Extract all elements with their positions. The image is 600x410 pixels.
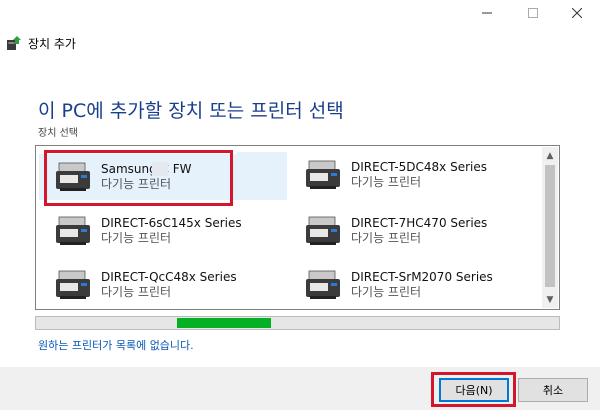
search-progress-bar <box>35 316 560 330</box>
printer-not-listed-link[interactable]: 원하는 프린터가 목록에 없습니다. <box>38 337 194 353</box>
progress-fill <box>177 318 272 328</box>
annotation-highlight-device <box>44 150 233 206</box>
annotation-highlight-next <box>431 372 516 407</box>
add-device-icon <box>7 36 21 50</box>
close-button[interactable] <box>554 0 600 26</box>
scroll-up-icon[interactable]: ▲ <box>542 147 558 164</box>
cancel-button[interactable]: 취소 <box>518 378 588 402</box>
maximize-button[interactable] <box>510 0 556 26</box>
close-icon <box>572 8 582 18</box>
window-header: 장치 추가 <box>6 32 76 54</box>
device-type: 다기능 프린터 <box>351 175 422 189</box>
printer-icon <box>56 216 90 245</box>
device-item[interactable]: DIRECT-6sC145x Series 다기능 프린터 <box>39 208 279 254</box>
device-name: DIRECT-6sC145x Series <box>101 216 242 230</box>
printer-icon <box>56 270 90 299</box>
window-title: 장치 추가 <box>28 36 76 51</box>
device-name: DIRECT-SrM2070 Series <box>351 270 493 284</box>
printer-icon <box>306 216 340 245</box>
minimize-button[interactable] <box>464 0 510 26</box>
printer-icon <box>306 270 340 299</box>
device-name: DIRECT-5DC48x Series <box>351 160 487 174</box>
device-name: DIRECT-QcC48x Series <box>101 270 237 284</box>
title-bar <box>0 0 600 26</box>
device-item[interactable]: DIRECT-7HC470 Series 다기능 프린터 <box>289 208 529 254</box>
device-type: 다기능 프린터 <box>101 231 172 245</box>
device-name: DIRECT-7HC470 Series <box>351 216 488 230</box>
scroll-thumb[interactable] <box>545 165 555 287</box>
device-type: 다기능 프린터 <box>351 231 422 245</box>
scroll-down-icon[interactable]: ▼ <box>542 291 558 308</box>
device-item[interactable]: DIRECT-QcC48x Series 다기능 프린터 <box>39 262 279 308</box>
device-item[interactable]: DIRECT-5DC48x Series 다기능 프린터 <box>289 152 529 198</box>
device-type: 다기능 프린터 <box>101 285 172 299</box>
page-title: 이 PC에 추가할 장치 또는 프린터 선택 <box>38 100 344 122</box>
minimize-icon <box>482 12 492 14</box>
printer-icon <box>306 160 340 189</box>
section-label: 장치 선택 <box>38 128 78 139</box>
maximize-icon <box>528 8 538 18</box>
device-item[interactable]: DIRECT-SrM2070 Series 다기능 프린터 <box>289 262 529 308</box>
device-type: 다기능 프린터 <box>351 285 422 299</box>
vertical-scrollbar[interactable]: ▲ ▼ <box>542 147 558 308</box>
